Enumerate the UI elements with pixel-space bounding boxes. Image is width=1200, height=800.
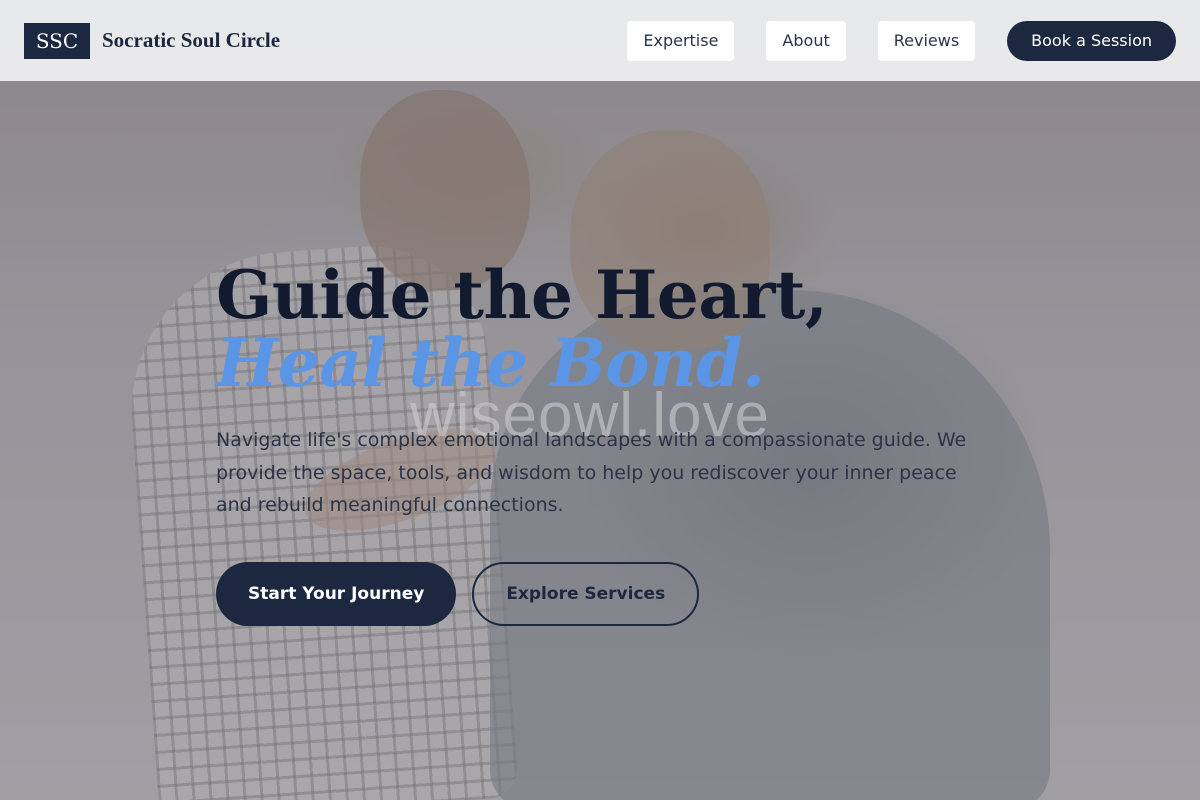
site-header: SSC Socratic Soul Circle Expertise About… [0, 0, 1200, 81]
main-nav: Expertise About Reviews Book a Session [627, 20, 1176, 61]
explore-services-button[interactable]: Explore Services [472, 561, 700, 626]
nav-link-expertise[interactable]: Expertise [627, 20, 735, 61]
start-journey-button[interactable]: Start Your Journey [216, 561, 457, 626]
nav-link-reviews[interactable]: Reviews [877, 20, 976, 61]
hero-headline-line1: Guide the Heart, [216, 256, 828, 334]
hero-headline-line2: Heal the Bond. [216, 324, 765, 402]
hero-actions: Start Your Journey Explore Services [216, 561, 1016, 626]
hero-section: Guide the Heart, Heal the Bond. Navigate… [216, 256, 1016, 626]
hero-description: Navigate life's complex emotional landsc… [216, 429, 967, 516]
book-session-button[interactable]: Book a Session [1007, 20, 1176, 61]
nav-link-about[interactable]: About [766, 20, 846, 61]
logo-badge[interactable]: SSC [24, 22, 90, 59]
brand-name[interactable]: Socratic Soul Circle [102, 28, 280, 53]
